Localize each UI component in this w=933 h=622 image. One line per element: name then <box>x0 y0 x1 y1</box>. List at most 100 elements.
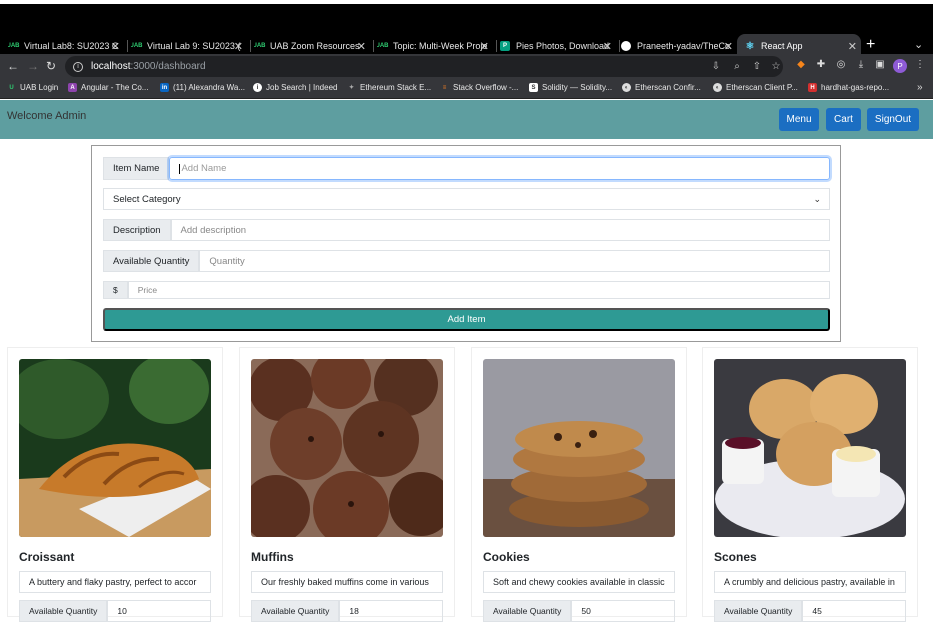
bookmark-item[interactable]: S Solidity — Solidity... <box>529 83 612 92</box>
close-icon[interactable]: ✕ <box>234 40 243 53</box>
bookmark-item[interactable]: ✦ Ethereum Stack E... <box>347 83 431 92</box>
category-group: Select Category ⌄ <box>103 188 830 210</box>
bookmark-item[interactable]: A Angular - The Co... <box>68 83 148 92</box>
bookmark-item[interactable]: ≡ Stack Overflow -... <box>440 83 519 92</box>
chevron-down-icon[interactable]: ⌄ <box>914 38 923 51</box>
url-host: localhost <box>91 61 131 72</box>
product-description: Soft and chewy cookies available in clas… <box>483 571 675 593</box>
product-card-cookies: Cookies Soft and chewy cookies available… <box>471 347 687 622</box>
tab-separator <box>250 40 251 52</box>
bookmark-favicon: H <box>808 83 817 92</box>
angular-icon: A <box>68 83 77 92</box>
category-select-value: Select Category <box>113 193 181 205</box>
product-card-croissant: Croissant A buttery and flaky pastry, pe… <box>7 347 223 622</box>
tab-label: Praneeth-yadav/TheCo <box>637 41 731 51</box>
cart-button[interactable]: Cart <box>826 108 861 131</box>
side-panel-icon[interactable]: ▣ <box>874 59 886 71</box>
product-description: A buttery and flaky pastry, perfect to a… <box>19 571 211 593</box>
star-icon[interactable]: ☆ <box>770 61 782 73</box>
product-title: Scones <box>714 550 757 564</box>
reload-icon[interactable]: ↻ <box>46 59 56 73</box>
share-icon[interactable]: ⇧ <box>751 61 763 73</box>
bookmark-item[interactable]: ◐ Etherscan Confir... <box>622 83 701 92</box>
extensions-icon[interactable]: ✚ <box>815 59 827 71</box>
bookmark-label: Stack Overflow -... <box>453 83 519 92</box>
croissant-image <box>19 359 211 537</box>
product-quantity: Available Quantity 50 <box>483 600 675 622</box>
menu-button[interactable]: Menu <box>779 108 819 131</box>
extension-icon[interactable]: ◎ <box>835 59 847 71</box>
more-menu-icon[interactable]: ⋮ <box>914 59 926 71</box>
uab-icon: UAB <box>131 43 143 49</box>
product-title: Croissant <box>19 550 75 564</box>
bookmark-label: Solidity — Solidity... <box>542 83 613 92</box>
quantity-value: 50 <box>571 600 675 622</box>
new-tab-icon[interactable]: + <box>866 36 875 54</box>
download-icon[interactable]: ⤓ <box>855 59 867 71</box>
bookmark-label: hardhat-gas-repo... <box>821 83 890 92</box>
close-icon[interactable]: ✕ <box>724 40 733 53</box>
description-input[interactable]: Add description <box>170 219 830 241</box>
price-prefix: $ <box>103 281 128 299</box>
back-arrow-icon[interactable]: ← <box>7 59 19 73</box>
item-name-label: Item Name <box>103 157 170 180</box>
address-bar[interactable]: i localhost:3000/dashboard ⇩ ⌕ ⇧ ☆ <box>65 56 783 77</box>
install-icon[interactable]: ⇩ <box>710 61 722 73</box>
url-path: :3000/dashboard <box>130 61 206 72</box>
browser-tab-bar: UAB Virtual Lab8: SU2023 C ✕ UAB Virtual… <box>0 4 933 58</box>
uab-icon: UAB <box>8 43 20 49</box>
react-icon: ⚛ <box>745 40 755 52</box>
price-group: $ Price <box>103 281 830 299</box>
item-name-input[interactable]: Add Name <box>169 157 830 180</box>
tab-label: Virtual Lab8: SU2023 C <box>24 41 119 51</box>
welcome-text: Welcome Admin <box>7 110 87 122</box>
stackoverflow-icon: ≡ <box>442 84 447 91</box>
close-icon[interactable]: ✕ <box>357 40 366 53</box>
uab-icon: U <box>9 84 14 91</box>
product-quantity: Available Quantity 10 <box>19 600 211 622</box>
product-title: Muffins <box>251 550 294 564</box>
tab-separator <box>127 40 128 52</box>
price-input[interactable]: Price <box>127 281 830 299</box>
close-icon[interactable]: ✕ <box>111 40 120 53</box>
bookmark-item[interactable]: i Job Search | Indeed <box>253 83 337 92</box>
close-icon[interactable]: ✕ <box>848 40 857 53</box>
solidity-icon: S <box>529 83 538 92</box>
metamask-icon[interactable]: ◆ <box>795 59 807 71</box>
bookmark-label: Etherscan Client P... <box>726 83 798 92</box>
linkedin-icon: in <box>160 83 169 92</box>
close-icon[interactable]: ✕ <box>603 40 612 53</box>
quantity-group: Available Quantity Quantity <box>103 250 830 272</box>
close-icon[interactable]: ✕ <box>480 40 489 53</box>
tab-label: Pies Photos, Download <box>516 41 610 51</box>
bookmark-item[interactable]: ◐ Etherscan Client P... <box>713 83 798 92</box>
quantity-label: Available Quantity <box>103 250 200 272</box>
quantity-input[interactable]: Quantity <box>199 250 830 272</box>
bookmark-item[interactable]: in (11) Alexandra Wa... <box>160 83 245 92</box>
product-description: A crumbly and delicious pastry, availabl… <box>714 571 906 593</box>
tab-separator <box>373 40 374 52</box>
quantity-label: Available Quantity <box>714 600 803 622</box>
product-card-scones: Scones A crumbly and delicious pastry, a… <box>702 347 918 622</box>
forward-arrow-icon[interactable]: → <box>27 59 39 73</box>
product-description: Our freshly baked muffins come in variou… <box>251 571 443 593</box>
github-icon <box>621 41 631 51</box>
info-icon[interactable]: i <box>73 61 83 72</box>
bookmark-label: Job Search | Indeed <box>266 83 338 92</box>
quantity-label: Available Quantity <box>251 600 340 622</box>
category-select[interactable]: Select Category ⌄ <box>103 188 830 210</box>
scones-image <box>714 359 906 537</box>
profile-avatar[interactable]: P <box>893 59 907 73</box>
signout-button[interactable]: SignOut <box>867 108 919 131</box>
bookmark-label: Angular - The Co... <box>81 83 149 92</box>
bookmark-item[interactable]: U UAB Login <box>7 83 58 92</box>
bookmarks-overflow-icon[interactable]: » <box>917 82 923 93</box>
tab-label: React App <box>761 41 803 51</box>
info-icon: i <box>253 83 262 92</box>
bookmark-item[interactable]: Hhardhat-gas-repo... <box>808 83 889 92</box>
add-item-button[interactable]: Add Item <box>103 308 830 331</box>
zoom-icon[interactable]: ⌕ <box>731 61 743 73</box>
product-quantity: Available Quantity 45 <box>714 600 906 622</box>
item-name-group: Item Name Add Name <box>103 157 830 180</box>
bookmarks-bar: U UAB Login A Angular - The Co... in (11) A… <box>0 79 933 99</box>
